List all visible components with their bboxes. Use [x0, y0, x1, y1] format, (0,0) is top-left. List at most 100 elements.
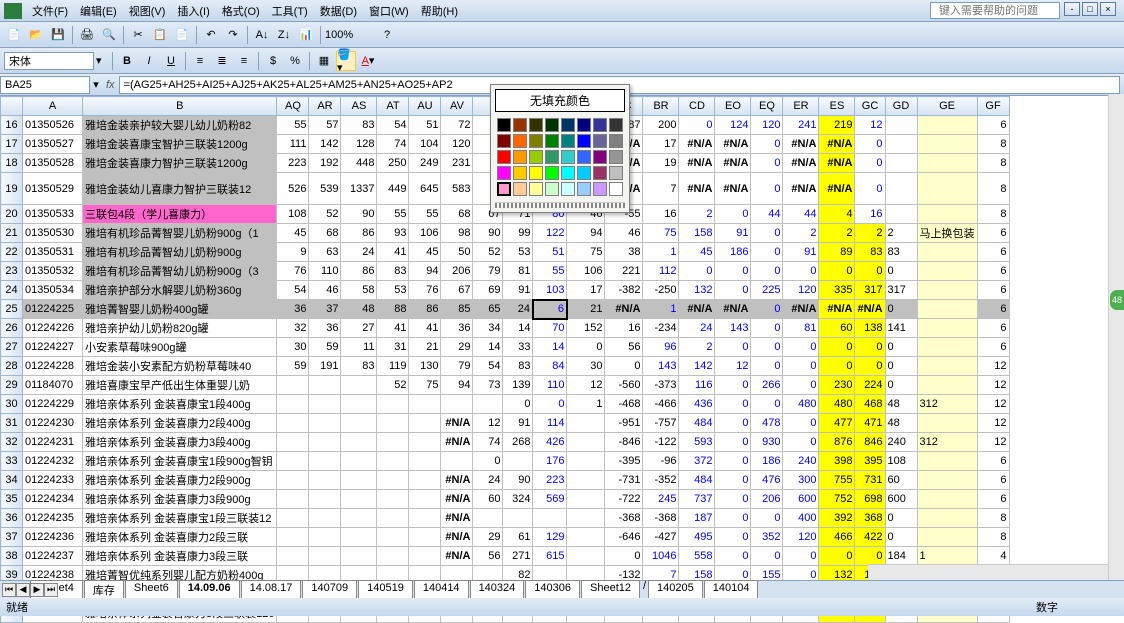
cell[interactable]: 1337: [341, 173, 377, 205]
cell[interactable]: 0: [885, 338, 917, 357]
cell[interactable]: 83: [855, 243, 885, 262]
cell[interactable]: -731: [605, 471, 643, 490]
cell[interactable]: 74: [377, 135, 409, 154]
cell[interactable]: 12: [977, 433, 1009, 452]
cell[interactable]: 0: [715, 452, 751, 471]
cell[interactable]: [377, 528, 409, 547]
cell[interactable]: 45: [409, 243, 441, 262]
cell[interactable]: 0: [783, 547, 819, 566]
cell[interactable]: -646: [605, 528, 643, 547]
cell[interactable]: 01224231: [23, 433, 83, 452]
cell[interactable]: 12: [977, 414, 1009, 433]
cell[interactable]: 480: [819, 395, 855, 414]
cell[interactable]: 0: [751, 509, 783, 528]
cell[interactable]: 56: [473, 547, 503, 566]
cell[interactable]: #N/A: [783, 173, 819, 205]
color-swatch[interactable]: [529, 118, 543, 132]
cell[interactable]: 176: [533, 452, 567, 471]
cell[interactable]: [885, 173, 917, 205]
cell[interactable]: [377, 471, 409, 490]
cell[interactable]: 6: [977, 116, 1009, 135]
column-header[interactable]: AT: [377, 97, 409, 116]
cell[interactable]: 468: [855, 395, 885, 414]
cell[interactable]: 192: [309, 154, 341, 173]
column-header[interactable]: GD: [885, 97, 917, 116]
cell[interactable]: [309, 433, 341, 452]
row-header[interactable]: 20: [1, 205, 23, 224]
cell[interactable]: -466: [643, 395, 679, 414]
cell[interactable]: [917, 262, 977, 281]
row-header[interactable]: 38: [1, 547, 23, 566]
cell[interactable]: 01350529: [23, 173, 83, 205]
cell[interactable]: 52: [377, 376, 409, 395]
cell[interactable]: 0: [679, 116, 715, 135]
menu-view[interactable]: 视图(V): [123, 1, 172, 21]
cell[interactable]: 250: [377, 154, 409, 173]
cell[interactable]: 119: [377, 357, 409, 376]
underline-icon[interactable]: U: [161, 51, 181, 71]
cell[interactable]: [377, 433, 409, 452]
cell[interactable]: [277, 376, 309, 395]
cell[interactable]: #N/A: [819, 154, 855, 173]
print-icon[interactable]: 🖨: [77, 25, 97, 45]
align-center-icon[interactable]: ≣: [212, 51, 232, 71]
cell[interactable]: [341, 490, 377, 509]
sheet-tab[interactable]: 140324: [470, 580, 525, 599]
cell[interactable]: -122: [643, 433, 679, 452]
cell[interactable]: [341, 471, 377, 490]
cell[interactable]: 17: [567, 281, 605, 300]
sort-asc-icon[interactable]: A↓: [252, 25, 272, 45]
column-header[interactable]: ER: [783, 97, 819, 116]
column-header[interactable]: AU: [409, 97, 441, 116]
cell[interactable]: [309, 376, 341, 395]
cell[interactable]: 36: [441, 319, 473, 338]
row-header[interactable]: 27: [1, 338, 23, 357]
cell[interactable]: 雅培金装喜康力智护三联装1200g: [83, 154, 277, 173]
cell[interactable]: 54: [377, 116, 409, 135]
cell[interactable]: 106: [409, 224, 441, 243]
cell[interactable]: -757: [643, 414, 679, 433]
cell[interactable]: 27: [341, 319, 377, 338]
row-header[interactable]: 32: [1, 433, 23, 452]
cell[interactable]: 94: [441, 376, 473, 395]
cell[interactable]: 24: [341, 243, 377, 262]
cell[interactable]: 30: [567, 357, 605, 376]
cell[interactable]: [917, 243, 977, 262]
color-swatch[interactable]: [529, 150, 543, 164]
chart-icon[interactable]: 📊: [296, 25, 316, 45]
cell[interactable]: 223: [533, 471, 567, 490]
cell[interactable]: [473, 395, 503, 414]
cell[interactable]: 50: [441, 243, 473, 262]
cell[interactable]: 206: [441, 262, 473, 281]
cell[interactable]: 16: [855, 205, 885, 224]
cell[interactable]: 245: [643, 490, 679, 509]
cell[interactable]: [567, 509, 605, 528]
cell[interactable]: 6: [977, 471, 1009, 490]
column-header[interactable]: CD: [679, 97, 715, 116]
cell[interactable]: [309, 490, 341, 509]
cell[interactable]: 2: [885, 224, 917, 243]
cell[interactable]: [885, 116, 917, 135]
cell[interactable]: 230: [819, 376, 855, 395]
cell[interactable]: 0: [751, 338, 783, 357]
cell[interactable]: 46: [605, 224, 643, 243]
color-swatch[interactable]: [561, 134, 575, 148]
cell[interactable]: 4: [819, 205, 855, 224]
cell[interactable]: 86: [341, 262, 377, 281]
cell[interactable]: -373: [643, 376, 679, 395]
cell[interactable]: 6: [977, 300, 1009, 319]
cell[interactable]: 31: [377, 338, 409, 357]
cell[interactable]: 0: [715, 414, 751, 433]
cell[interactable]: [341, 395, 377, 414]
cell[interactable]: [503, 509, 533, 528]
cell[interactable]: 63: [309, 243, 341, 262]
cell[interactable]: 12: [715, 357, 751, 376]
cell[interactable]: 01350530: [23, 224, 83, 243]
cell[interactable]: 0: [751, 319, 783, 338]
cell[interactable]: 1046: [643, 547, 679, 566]
cell[interactable]: 61: [503, 528, 533, 547]
cell[interactable]: [567, 490, 605, 509]
cell[interactable]: 01224236: [23, 528, 83, 547]
cell[interactable]: 12: [977, 357, 1009, 376]
color-swatch[interactable]: [497, 150, 511, 164]
